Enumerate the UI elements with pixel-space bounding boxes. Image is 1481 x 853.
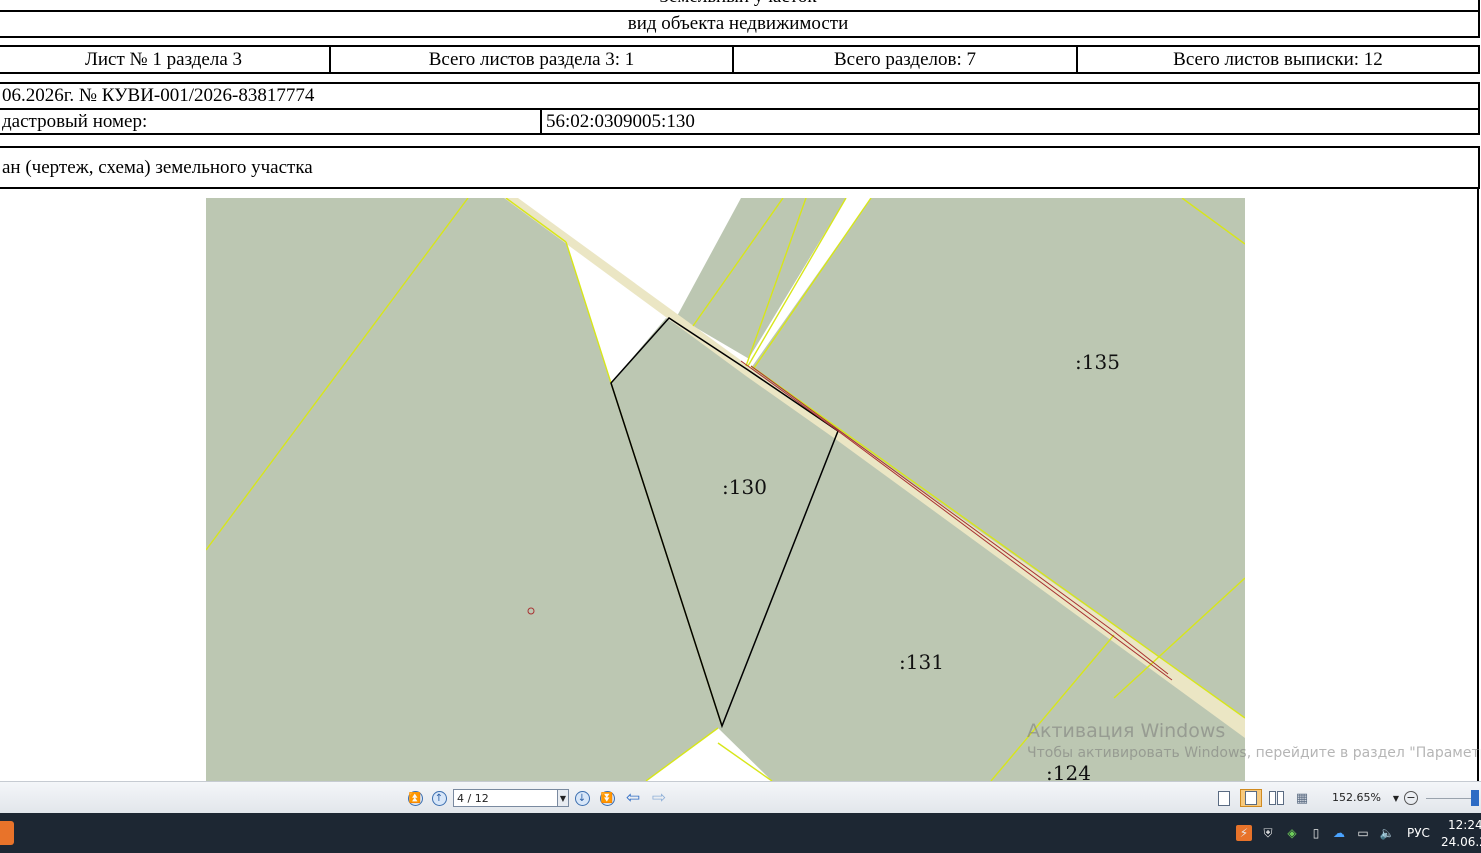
total-sheets-section: Всего листов раздела 3: 1 — [329, 47, 732, 72]
document-title: Земельный участок — [0, 0, 1478, 10]
language-indicator[interactable]: РУС — [1407, 826, 1430, 840]
cadastral-map: :130 :135 :131 :124 — [206, 198, 1245, 781]
volume-icon[interactable]: 🔈 — [1379, 825, 1395, 841]
parcel-label-130: :130 — [722, 475, 767, 499]
parcel-label-131: :131 — [899, 650, 944, 674]
cadastral-label: дастровый номер: — [2, 110, 148, 132]
zoom-slider-thumb[interactable] — [1471, 790, 1479, 806]
zoom-dropdown-icon[interactable]: ▼ — [1388, 790, 1404, 806]
zoom-slider-track[interactable] — [1426, 798, 1471, 799]
next-page-icon[interactable]: ↓ — [574, 790, 590, 806]
object-type-row: вид объекта недвижимости — [0, 10, 1480, 38]
prev-page-icon[interactable]: ↑ — [431, 790, 447, 806]
last-page-icon[interactable]: ⏬ — [599, 790, 615, 806]
cadastral-row: дастровый номер: 56:02:0309005:130 — [0, 108, 1480, 135]
continuous-icon[interactable] — [1240, 789, 1262, 807]
network-icon[interactable]: ▭ — [1355, 825, 1371, 841]
chevron-down-icon[interactable]: ▼ — [557, 789, 569, 807]
pdf-app-icon[interactable] — [0, 821, 14, 845]
pdf-viewer-toolbar: ⏫ ↑ 4 / 12 ▼ ↓ ⏬ ⇦ ⇨ ▦ 152.65% ▼ − — [0, 781, 1481, 813]
sheet-info-row: Лист № 1 раздела 3 Всего листов раздела … — [0, 45, 1480, 74]
page-number-input[interactable]: 4 / 12 — [453, 789, 559, 807]
extract-reference: 06.2026г. № КУВИ-001/2026-83817774 — [2, 85, 315, 106]
parcel-label-135: :135 — [1075, 350, 1120, 374]
device-icon[interactable]: ▯ — [1308, 825, 1324, 841]
map-canvas: :130 :135 :131 :124 — [206, 198, 1245, 781]
forward-icon[interactable]: ⇨ — [651, 788, 667, 808]
cadastral-number: 56:02:0309005:130 — [540, 110, 1478, 133]
parcel-label-124: :124 — [1046, 761, 1091, 781]
plan-caption: ан (чертеж, схема) земельного участка — [2, 156, 313, 178]
plan-caption-row: ан (чертеж, схема) земельного участка — [0, 146, 1480, 189]
clock-time[interactable]: 12:24:5 — [1448, 818, 1481, 832]
app-tray-icon[interactable]: ⚡ — [1236, 825, 1252, 841]
shield-icon[interactable]: ⛨ — [1260, 825, 1276, 841]
extract-ref-row: 06.2026г. № КУВИ-001/2026-83817774 — [0, 82, 1480, 110]
zoom-level[interactable]: 152.65% — [1332, 791, 1381, 804]
security-tray-icon[interactable]: ◈ — [1284, 825, 1300, 841]
cloud-icon[interactable]: ☁ — [1331, 825, 1347, 841]
two-page-icon[interactable] — [1268, 790, 1284, 806]
plan-frame-right — [1477, 187, 1479, 781]
windows-taskbar: ⚡ ⛨ ◈ ▯ ☁ ▭ 🔈 РУС 12:24:5 24.06.20 — [0, 813, 1481, 853]
thumbnails-icon[interactable]: ▦ — [1294, 790, 1310, 806]
total-sheets-extract: Всего листов выписки: 12 — [1076, 47, 1478, 72]
object-type-label: вид объекта недвижимости — [627, 13, 849, 34]
windows-activation-hint: Чтобы активировать Windows, перейдите в … — [1027, 745, 1481, 761]
windows-activation-title: Активация Windows — [1027, 720, 1226, 742]
clock-date[interactable]: 24.06.20 — [1441, 835, 1481, 849]
back-icon[interactable]: ⇦ — [625, 788, 641, 808]
zoom-out-icon[interactable]: − — [1403, 790, 1419, 806]
pdf-document: Земельный участок вид объекта недвижимос… — [0, 0, 1481, 781]
first-page-icon[interactable]: ⏫ — [407, 790, 423, 806]
single-page-icon[interactable] — [1216, 790, 1232, 806]
total-sections: Всего разделов: 7 — [732, 47, 1076, 72]
sheet-number: Лист № 1 раздела 3 — [84, 48, 243, 70]
